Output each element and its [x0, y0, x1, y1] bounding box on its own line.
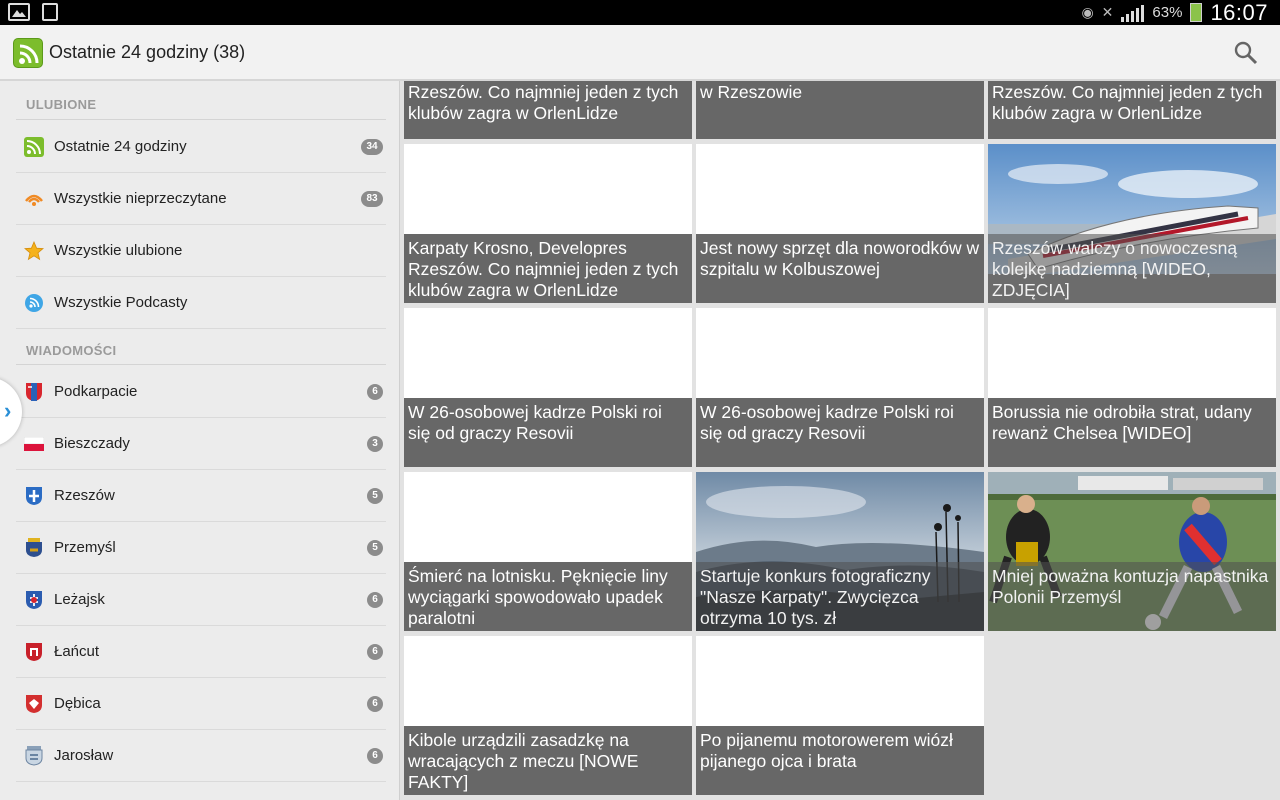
sidebar-item-debica[interactable]: Dębica 6 — [16, 678, 386, 730]
action-bar: Ostatnie 24 godziny (38) — [0, 25, 1280, 81]
rzeszow-crest-icon — [24, 486, 44, 506]
sidebar-item-przemysl[interactable]: Przemyśl 5 — [16, 522, 386, 574]
sidebar-item-label: Wszystkie ulubione — [54, 242, 183, 259]
podkarpacie-crest-icon — [24, 382, 44, 402]
article-tile[interactable]: Kibole urządzili zasadzkę na wracających… — [404, 636, 692, 795]
count-badge: 5 — [367, 539, 383, 556]
smart-stay-icon: ◉ — [1081, 4, 1094, 20]
rss-app-icon[interactable] — [13, 38, 43, 68]
sidebar-item-rzeszow[interactable]: Rzeszów 5 — [16, 470, 386, 522]
article-tile[interactable]: W 26-osobowej kadrze Polski roi się od g… — [696, 308, 984, 467]
article-tile[interactable]: Po pijanemu motorowerem wiózł pijanego o… — [696, 636, 984, 795]
sidebar-item-label: Łańcut — [54, 643, 100, 660]
podcast-icon — [24, 293, 44, 313]
article-tile[interactable]: W 26-osobowej kadrze Polski roi się od g… — [404, 308, 692, 467]
sidebar-item-label: Rzeszów — [54, 487, 115, 504]
section-heading-news: WIADOMOŚCI — [26, 343, 117, 358]
sidebar-item-all-podcasts[interactable]: Wszystkie Podcasty — [16, 277, 386, 329]
sidebar-item-label: Wszystkie Podcasty — [54, 294, 188, 311]
page-title: Ostatnie 24 godziny (38) — [49, 42, 246, 62]
battery-icon — [1190, 3, 1203, 22]
przemysl-crest-icon — [24, 537, 44, 558]
article-title: Kibole urządzili zasadzkę na wracających… — [404, 726, 692, 795]
count-badge: 6 — [367, 643, 383, 660]
sidebar-item-label: Wszystkie nieprzeczytane — [54, 190, 227, 207]
sidebar-item-podkarpacie[interactable]: Podkarpacie 6 — [16, 366, 386, 418]
status-bar: ◉ ✕ 63% 16:07 — [0, 0, 1280, 25]
sidebar-item-lancut[interactable]: Łańcut 6 — [16, 626, 386, 678]
count-badge: 6 — [367, 591, 383, 608]
article-grid: Karpaty Krosno, Developres Rzeszów. Co n… — [400, 81, 1280, 800]
sidebar-item-label: Bieszczady — [54, 435, 130, 452]
sidebar-item-all-unread[interactable]: Wszystkie nieprzeczytane 83 — [16, 173, 386, 225]
sidebar-item-label: Podkarpacie — [54, 383, 138, 400]
article-title: Mniej poważna kontuzja napastnika Poloni… — [988, 562, 1276, 631]
count-badge: 34 — [361, 138, 383, 155]
article-title: Dziki tor rowerowy na Lisiej Górze w Rze… — [696, 81, 984, 139]
article-title: Jest nowy sprzęt dla noworodków w szpita… — [696, 234, 984, 303]
article-title: Startuje konkurs fotograficzny "Nasze Ka… — [696, 562, 984, 631]
divider — [16, 364, 386, 365]
sidebar-item-all-favorites[interactable]: Wszystkie ulubione — [16, 225, 386, 277]
article-title: Karpaty Krosno, Developres Rzeszów. Co n… — [404, 234, 692, 303]
search-button[interactable] — [1232, 39, 1260, 67]
sidebar-item-last-24h[interactable]: Ostatnie 24 godziny 34 — [16, 121, 386, 173]
count-badge: 6 — [367, 695, 383, 712]
flag-icon — [24, 434, 44, 454]
sidebar-item-label: Leżajsk — [54, 591, 105, 608]
unread-icon — [24, 189, 44, 209]
notification-icons — [8, 3, 58, 21]
mute-icon: ✕ — [1101, 4, 1114, 20]
article-tile[interactable]: Dziki tor rowerowy na Lisiej Górze w Rze… — [696, 81, 984, 139]
article-tile[interactable]: Karpaty Krosno, Developres Rzeszów. Co n… — [404, 144, 692, 303]
article-tile[interactable]: Jest nowy sprzęt dla noworodków w szpita… — [696, 144, 984, 303]
count-badge: 5 — [367, 487, 383, 504]
article-title: Śmierć na lotnisku. Pęknięcie liny wycią… — [404, 562, 692, 631]
sidebar-item-lezajsk[interactable]: Leżajsk 6 — [16, 574, 386, 626]
article-tile[interactable]: Karpaty Krosno, Developres Rzeszów. Co n… — [988, 81, 1276, 139]
sidebar-item-bieszczady[interactable]: Bieszczady 3 — [16, 418, 386, 470]
jaroslaw-crest-icon — [24, 745, 44, 766]
signal-icon — [1121, 4, 1145, 22]
star-icon — [24, 240, 44, 261]
lezajsk-crest-icon — [24, 590, 44, 610]
divider — [16, 119, 386, 120]
article-tile[interactable]: Mniej poważna kontuzja napastnika Poloni… — [988, 472, 1276, 631]
sidebar-item-label: Ostatnie 24 godziny — [54, 138, 187, 155]
article-title: Borussia nie odrobiła strat, udany rewan… — [988, 398, 1276, 467]
article-tile[interactable]: Startuje konkurs fotograficzny "Nasze Ka… — [696, 472, 984, 631]
sidebar: ULUBIONE Ostatnie 24 godziny 34 Wszystki… — [0, 81, 400, 800]
gallery-notification-icon — [8, 3, 30, 21]
count-badge: 3 — [367, 435, 383, 452]
article-title: Po pijanemu motorowerem wiózł pijanego o… — [696, 726, 984, 795]
rss-icon — [24, 136, 44, 157]
count-badge: 6 — [367, 747, 383, 764]
sidebar-item-label: Przemyśl — [54, 539, 116, 556]
document-notification-icon — [42, 3, 58, 21]
count-badge: 6 — [367, 383, 383, 400]
lancut-crest-icon — [24, 642, 44, 662]
article-title: W 26-osobowej kadrze Polski roi się od g… — [696, 398, 984, 467]
search-icon — [1234, 41, 1258, 65]
article-tile[interactable]: Rzeszów walczy o nowoczesną kolejkę nadz… — [988, 144, 1276, 303]
article-title: Rzeszów walczy o nowoczesną kolejkę nadz… — [988, 234, 1276, 303]
section-heading-favorites: ULUBIONE — [26, 97, 97, 112]
debica-crest-icon — [24, 694, 44, 714]
article-title: Karpaty Krosno, Developres Rzeszów. Co n… — [404, 81, 692, 139]
article-title: Karpaty Krosno, Developres Rzeszów. Co n… — [988, 81, 1276, 139]
chevron-right-icon: › — [4, 398, 12, 423]
article-tile[interactable]: Borussia nie odrobiła strat, udany rewan… — [988, 308, 1276, 467]
count-badge: 83 — [361, 190, 383, 207]
sidebar-item-label: Dębica — [54, 695, 101, 712]
battery-percent: 63% — [1152, 4, 1183, 21]
article-tile[interactable]: Śmierć na lotnisku. Pęknięcie liny wycią… — [404, 472, 692, 631]
sidebar-item-label: Jarosław — [54, 747, 114, 764]
clock: 16:07 — [1210, 0, 1268, 25]
article-tile[interactable]: Karpaty Krosno, Developres Rzeszów. Co n… — [404, 81, 692, 139]
sidebar-item-jaroslaw[interactable]: Jarosław 6 — [16, 730, 386, 782]
article-title: W 26-osobowej kadrze Polski roi się od g… — [404, 398, 692, 467]
